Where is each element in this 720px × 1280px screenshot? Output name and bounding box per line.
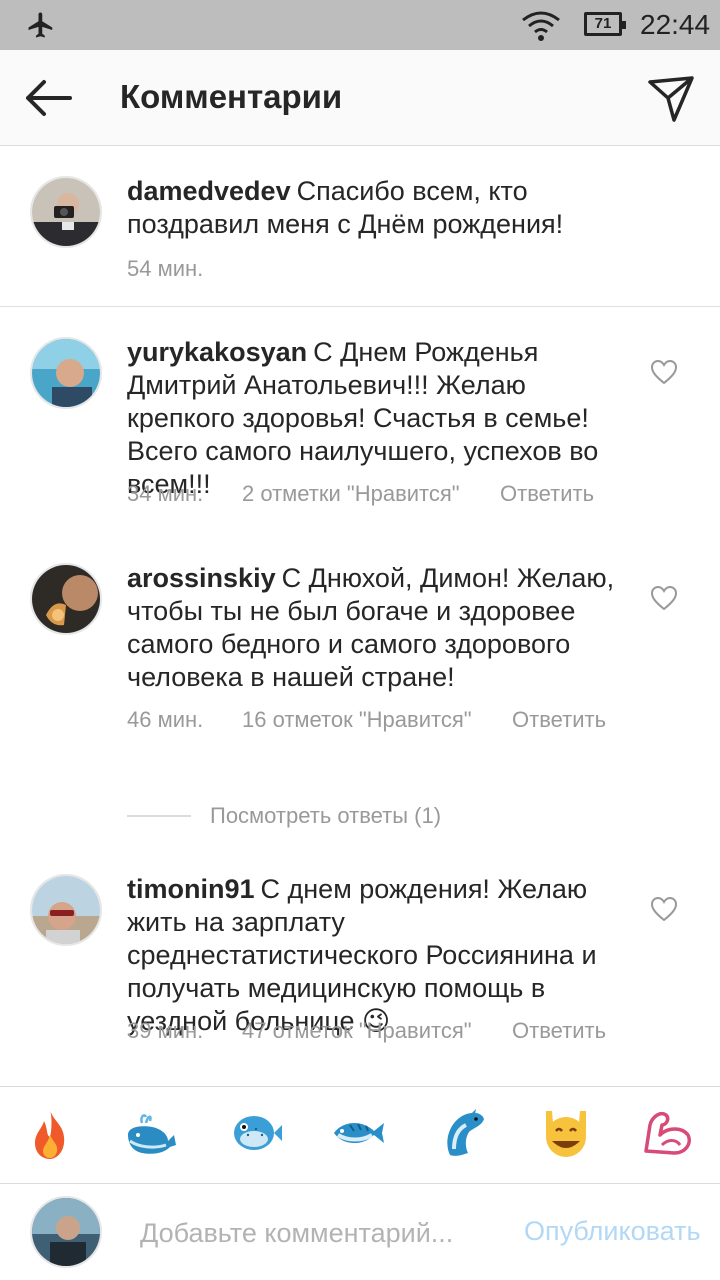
- comment-time: 34 мин.: [127, 481, 204, 506]
- likes-count[interactable]: 47 отметок "Нравится": [242, 1018, 472, 1044]
- reply-link[interactable]: Ответить: [512, 705, 606, 735]
- comment-username[interactable]: timonin91: [127, 874, 255, 904]
- like-heart-icon[interactable]: [650, 359, 678, 385]
- like-heart-icon[interactable]: [650, 896, 678, 922]
- whale-icon[interactable]: [124, 1105, 180, 1161]
- status-bar: 71 22:44: [0, 0, 720, 50]
- avatar[interactable]: [30, 176, 102, 248]
- avatar[interactable]: [30, 874, 102, 946]
- comment-input-bar: Опубликовать: [0, 1185, 720, 1280]
- battery-indicator: 71: [584, 12, 626, 36]
- comment-text: yurykakosyan С Днем Рожденья Дмитрий Анат…: [127, 336, 627, 501]
- direct-send-icon[interactable]: [644, 72, 698, 124]
- comment-item: timonin91 С днем рождения! Желаю жить на …: [0, 844, 720, 1084]
- publish-button[interactable]: Опубликовать: [524, 1216, 701, 1247]
- fire-icon[interactable]: [22, 1105, 78, 1161]
- clock: 22:44: [640, 9, 711, 40]
- back-arrow-icon[interactable]: [20, 74, 76, 122]
- flexed-biceps-icon[interactable]: [640, 1105, 696, 1161]
- comment-username[interactable]: arossinskiy: [127, 563, 276, 593]
- dolphin-icon[interactable]: [436, 1105, 492, 1161]
- likes-count[interactable]: 16 отметок "Нравится": [242, 707, 472, 733]
- comment-text: damedvedev Спасибо всем, кто поздравил ме…: [127, 175, 627, 241]
- view-replies-label: Посмотреть ответы (1): [210, 803, 442, 828]
- comments-screen: 71 22:44 Комментарии damedvedev Спасибо в…: [0, 0, 720, 1280]
- comment-username[interactable]: yurykakosyan: [127, 337, 307, 367]
- current-user-avatar[interactable]: [30, 1196, 102, 1268]
- fish-icon[interactable]: [330, 1105, 386, 1161]
- replies-divider-line: [127, 815, 191, 817]
- comment-text: timonin91 С днем рождения! Желаю жить на …: [127, 873, 627, 1038]
- comment-time: 46 мин.: [127, 707, 204, 732]
- view-replies-link[interactable]: Посмотреть ответы (1): [127, 800, 527, 834]
- avatar[interactable]: [30, 337, 102, 409]
- emoji-quick-bar: [0, 1086, 720, 1184]
- comment-username[interactable]: damedvedev: [127, 176, 291, 206]
- avatar[interactable]: [30, 563, 102, 635]
- likes-count[interactable]: 2 отметки "Нравится": [242, 481, 460, 507]
- comment-text: arossinskiy С Днюхой, Димон! Желаю, чтобы…: [127, 562, 627, 694]
- airplane-mode-icon: [28, 12, 53, 38]
- comment-input[interactable]: [140, 1213, 500, 1253]
- comment-time: 39 мин.: [127, 1018, 204, 1043]
- caption-comment: damedvedev Спасибо всем, кто поздравил ме…: [0, 150, 720, 306]
- blowfish-icon[interactable]: [228, 1105, 284, 1161]
- comment-item: arossinskiy С Днюхой, Димон! Желаю, чтобы…: [0, 533, 720, 783]
- comment-time: 54 мин.: [127, 256, 204, 281]
- page-title: Комментарии: [120, 78, 343, 115]
- comment-item: yurykakosyan С Днем Рожденья Дмитрий Анат…: [0, 307, 720, 527]
- reply-link[interactable]: Ответить: [512, 1016, 606, 1046]
- like-heart-icon[interactable]: [650, 585, 678, 611]
- app-header: Комментарии: [0, 50, 720, 146]
- raised-hands-face-icon[interactable]: [538, 1105, 594, 1161]
- reply-link[interactable]: Ответить: [500, 481, 620, 507]
- wifi-icon: [522, 11, 560, 41]
